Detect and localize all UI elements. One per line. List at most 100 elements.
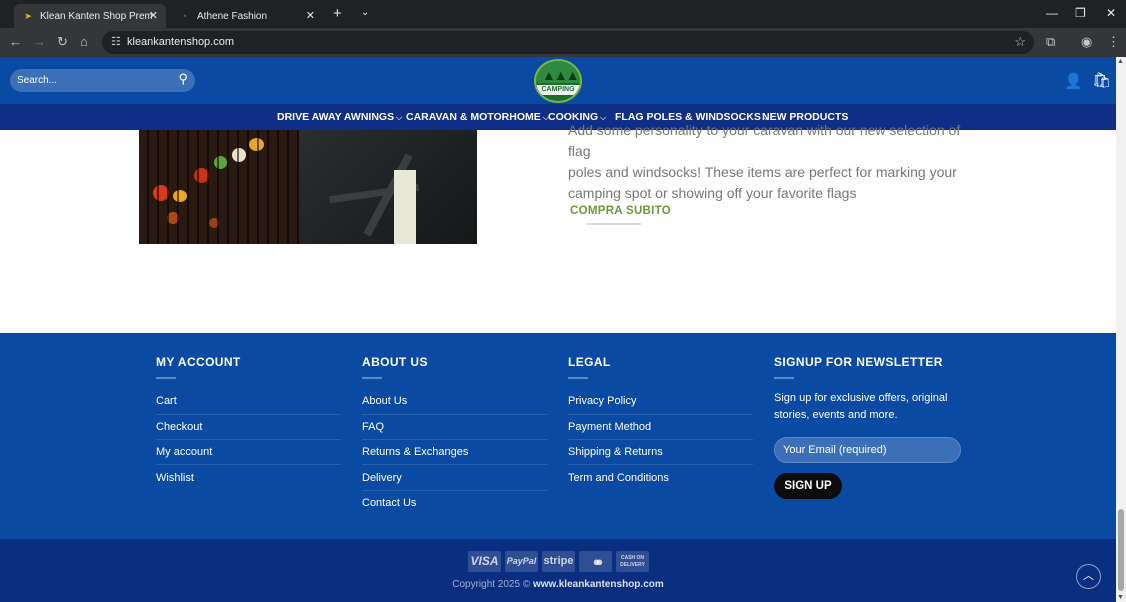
footer-link-faq[interactable]: FAQ [362,421,384,433]
site-info-icon[interactable]: ☷ [111,35,121,48]
site-favicon-icon: • [183,11,187,21]
back-icon[interactable]: ← [9,34,22,49]
search-icon[interactable]: ⚲ [178,71,188,87]
footer-newsletter-title: SIGNUP FOR NEWSLETTER [774,355,943,369]
cooking-grill-image[interactable] [139,130,477,244]
footer-link-wishlist[interactable]: Wishlist [156,472,194,484]
email-placeholder: Your Email (required) [783,444,887,456]
promo-line: Add some personality to your caravan wit… [568,122,961,159]
footer-title-rule [774,377,794,379]
compra-subito-button[interactable]: COMPRA SUBITO [570,205,671,217]
nav-caravan-motorhome[interactable]: CARAVAN & MOTORHOME ⌵ [406,111,549,123]
nav-label: CARAVAN & MOTORHOME [406,111,541,123]
tab-search-chevron-icon[interactable]: ⌄ [361,7,369,18]
footer: MY ACCOUNT Cart Checkout My account Wish… [0,333,1116,539]
visa-icon: VISA [468,551,501,572]
url-text: kleankantenshop.com [127,36,235,48]
tab-athene-fashion[interactable]: • Athene Fashion ✕ [171,4,323,28]
close-tab-icon[interactable]: ✕ [149,9,158,22]
footer-divider [156,439,341,440]
sign-up-button[interactable]: SIGN UP [774,473,842,499]
footer-link-cart[interactable]: Cart [156,395,177,407]
footer-link-payment[interactable]: Payment Method [568,421,651,433]
chevron-up-icon: ︿ [1083,570,1094,582]
page-scrollbar[interactable]: ▲ ▼ [1116,57,1126,602]
footer-divider [362,439,547,440]
close-tab-icon[interactable]: ✕ [306,9,315,22]
cta-underline [587,223,641,225]
forward-icon[interactable]: → [33,34,46,49]
footer-divider [362,464,547,465]
footer-link-contact-us[interactable]: Contact Us [362,497,416,509]
extensions-icon[interactable]: ⧉ [1046,34,1055,50]
scroll-down-arrow-icon[interactable]: ▼ [1117,594,1124,601]
home-icon[interactable]: ⌂ [80,34,88,49]
footer-divider [362,490,547,491]
address-bar[interactable]: ☷ kleankantenshop.com ☆ [102,31,1034,54]
site-header: Search... ⚲ ▲▲▲▲ CAMPING 👤 🛍 [0,57,1116,104]
minimize-icon[interactable]: — [1046,6,1058,20]
paypal-icon: PayPal [505,551,538,572]
footer-bottom-bar: VISA PayPal stripe ●● CASH ON DELIVERY C… [0,539,1116,602]
grill-pole [394,170,416,244]
tab-title: Athene Fashion [197,10,268,22]
tab-klean-kanten[interactable]: ➤ Klean Kanten Shop Premium C ✕ [14,4,166,28]
footer-divider [568,439,753,440]
account-icon[interactable]: 👤 [1064,72,1083,90]
footer-link-privacy[interactable]: Privacy Policy [568,395,636,407]
close-window-icon[interactable]: ✕ [1106,6,1116,20]
site-logo[interactable]: ▲▲▲▲ CAMPING [534,59,582,103]
scroll-thumb[interactable] [1118,509,1124,591]
back-to-top-button[interactable]: ︿ [1076,564,1101,589]
newsletter-email-field[interactable]: Your Email (required) [774,437,961,463]
footer-divider [156,464,341,465]
footer-divider [568,464,753,465]
nav-label: DRIVE AWAY AWNINGS [277,111,395,123]
tab-title: Klean Kanten Shop Premium C [40,10,152,22]
footer-legal-title: LEGAL [568,355,611,369]
browser-tab-strip: ➤ Klean Kanten Shop Premium C ✕ • Athene… [0,0,1126,28]
footer-my-account-title: MY ACCOUNT [156,355,241,369]
copyright-prefix: Copyright 2025 © [452,579,531,590]
cash-on-delivery-icon: CASH ON DELIVERY [616,551,649,572]
footer-link-checkout[interactable]: Checkout [156,421,202,433]
footer-divider [362,414,547,415]
promo-line: poles and windsocks! These items are per… [568,164,957,180]
bookmark-star-icon[interactable]: ☆ [1014,34,1026,50]
stripe-icon: stripe [542,551,575,572]
mastercard-circles: ●● [592,554,603,569]
profile-icon[interactable]: ◉ [1081,34,1092,50]
scroll-up-arrow-icon[interactable]: ▲ [1117,58,1124,65]
footer-title-rule [156,377,176,379]
promo-line: camping spot or showing off your favorit… [568,185,857,201]
footer-link-my-account[interactable]: My account [156,446,212,458]
reload-icon[interactable]: ↻ [57,34,68,50]
grill-grate [139,130,309,244]
footer-title-rule [568,377,588,379]
new-tab-icon[interactable]: + [333,5,342,22]
copyright-text: Copyright 2025 © www.kleankantenshop.com [0,579,1116,590]
footer-link-terms[interactable]: Term and Conditions [568,472,669,484]
cart-bag-icon[interactable]: 🛍 [1092,71,1111,89]
footer-link-shipping[interactable]: Shipping & Returns [568,446,663,458]
copyright-site-link[interactable]: www.kleankantenshop.com [533,579,664,590]
logo-trees-icon: ▲▲▲▲ [542,67,580,83]
menu-icon[interactable]: ⋮ [1107,34,1120,50]
newsletter-description: Sign up for exclusive offers, original s… [774,392,948,421]
search-input[interactable]: Search... ⚲ [10,69,195,92]
footer-divider [156,414,341,415]
nav-drive-away-awnings[interactable]: DRIVE AWAY AWNINGS ⌵ [277,111,402,123]
mastercard-icon: ●● [579,551,612,572]
chevron-down-icon: ⌵ [396,113,403,122]
footer-link-about-us[interactable]: About Us [362,395,407,407]
footer-divider [568,414,753,415]
browser-toolbar: ← → ↻ ⌂ ☷ kleankantenshop.com ☆ ⧉ ◉ ⋮ [0,28,1126,57]
logo-text: CAMPING [536,85,580,95]
footer-title-rule [362,377,382,379]
restore-icon[interactable]: ❐ [1075,6,1086,20]
footer-link-delivery[interactable]: Delivery [362,472,402,484]
footer-about-title: ABOUT US [362,355,428,369]
footer-link-returns[interactable]: Returns & Exchanges [362,446,468,458]
promo-description: Add some personality to your caravan wit… [568,120,968,204]
site-favicon-icon: ➤ [24,11,32,21]
